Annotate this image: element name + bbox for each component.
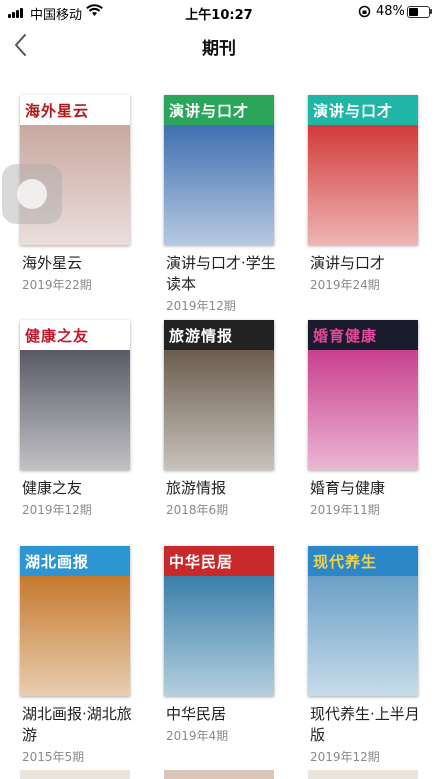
magazine-name: 海外星云	[22, 254, 83, 272]
magazine-name: 旅游情报	[166, 479, 227, 497]
magazine-period: 2019年12期	[22, 503, 92, 517]
magazine-name: 演讲与口才·学生读本	[166, 254, 276, 293]
magazine-cover[interactable]: 旅游情报	[164, 320, 274, 470]
magazine-name: 演讲与口才	[310, 254, 386, 272]
cover-title: 湖北画报	[20, 546, 130, 576]
page-title: 期刊	[202, 39, 236, 59]
battery-percent: 48%	[376, 4, 405, 19]
magazine-period: 2019年24期	[310, 278, 380, 292]
cover-image	[308, 350, 418, 470]
cover-image	[164, 125, 274, 245]
magazine-cover[interactable]: 中华民居	[164, 546, 274, 696]
magazine-period: 2019年12期	[166, 299, 236, 313]
magazine-cover[interactable]: 健康之友	[20, 320, 130, 470]
cover-image	[164, 350, 274, 470]
battery-icon	[407, 6, 430, 18]
cover-title: 健康之友	[20, 320, 130, 350]
magazine-name: 婚育与健康	[310, 479, 386, 497]
magazine-name: 现代养生·上半月版	[310, 705, 420, 744]
clock: 上午10:27	[185, 8, 253, 23]
magazine-period: 2019年4期	[166, 729, 229, 743]
magazine-period: 2015年5期	[22, 750, 85, 764]
rotation-lock-icon	[358, 5, 371, 18]
magazine-name: 健康之友	[22, 479, 83, 497]
cover-image	[20, 576, 130, 696]
magazine-name: 湖北画报·湖北旅游	[22, 705, 132, 744]
magazine-period: 2019年12期	[310, 750, 380, 764]
magazine-cover[interactable]: 演讲与口才	[164, 95, 274, 245]
cover-image	[308, 125, 418, 245]
status-bar: 中国移动 上午10:27 48%	[0, 0, 438, 24]
cover-title: 现代养生	[308, 546, 418, 576]
battery-nub	[430, 9, 432, 14]
cover-title: 海外星云	[20, 95, 130, 125]
magazine-cover[interactable]: 演讲与口才	[308, 95, 418, 245]
magazine-period: 2019年11期	[310, 503, 380, 517]
magazine-cover[interactable]: 婚育健康	[308, 320, 418, 470]
nav-bar: 期刊	[0, 24, 438, 68]
magazine-period: 2019年22期	[22, 278, 92, 292]
assistive-touch-button[interactable]	[2, 164, 62, 224]
magazine-period: 2018年6期	[166, 503, 229, 517]
magazine-cover-partial[interactable]	[308, 770, 418, 779]
cover-title: 旅游情报	[164, 320, 274, 350]
cover-title: 婚育健康	[308, 320, 418, 350]
magazine-cover[interactable]: 湖北画报	[20, 546, 130, 696]
cover-image	[308, 576, 418, 696]
cover-title: 中华民居	[164, 546, 274, 576]
cover-title: 演讲与口才	[308, 95, 418, 125]
cover-image	[20, 350, 130, 470]
magazine-name: 中华民居	[166, 705, 227, 723]
magazine-cover[interactable]: 现代养生	[308, 546, 418, 696]
magazine-cover-partial[interactable]	[164, 770, 274, 779]
cover-image	[164, 576, 274, 696]
cover-title: 演讲与口才	[164, 95, 274, 125]
magazine-cover-partial[interactable]	[20, 770, 130, 779]
